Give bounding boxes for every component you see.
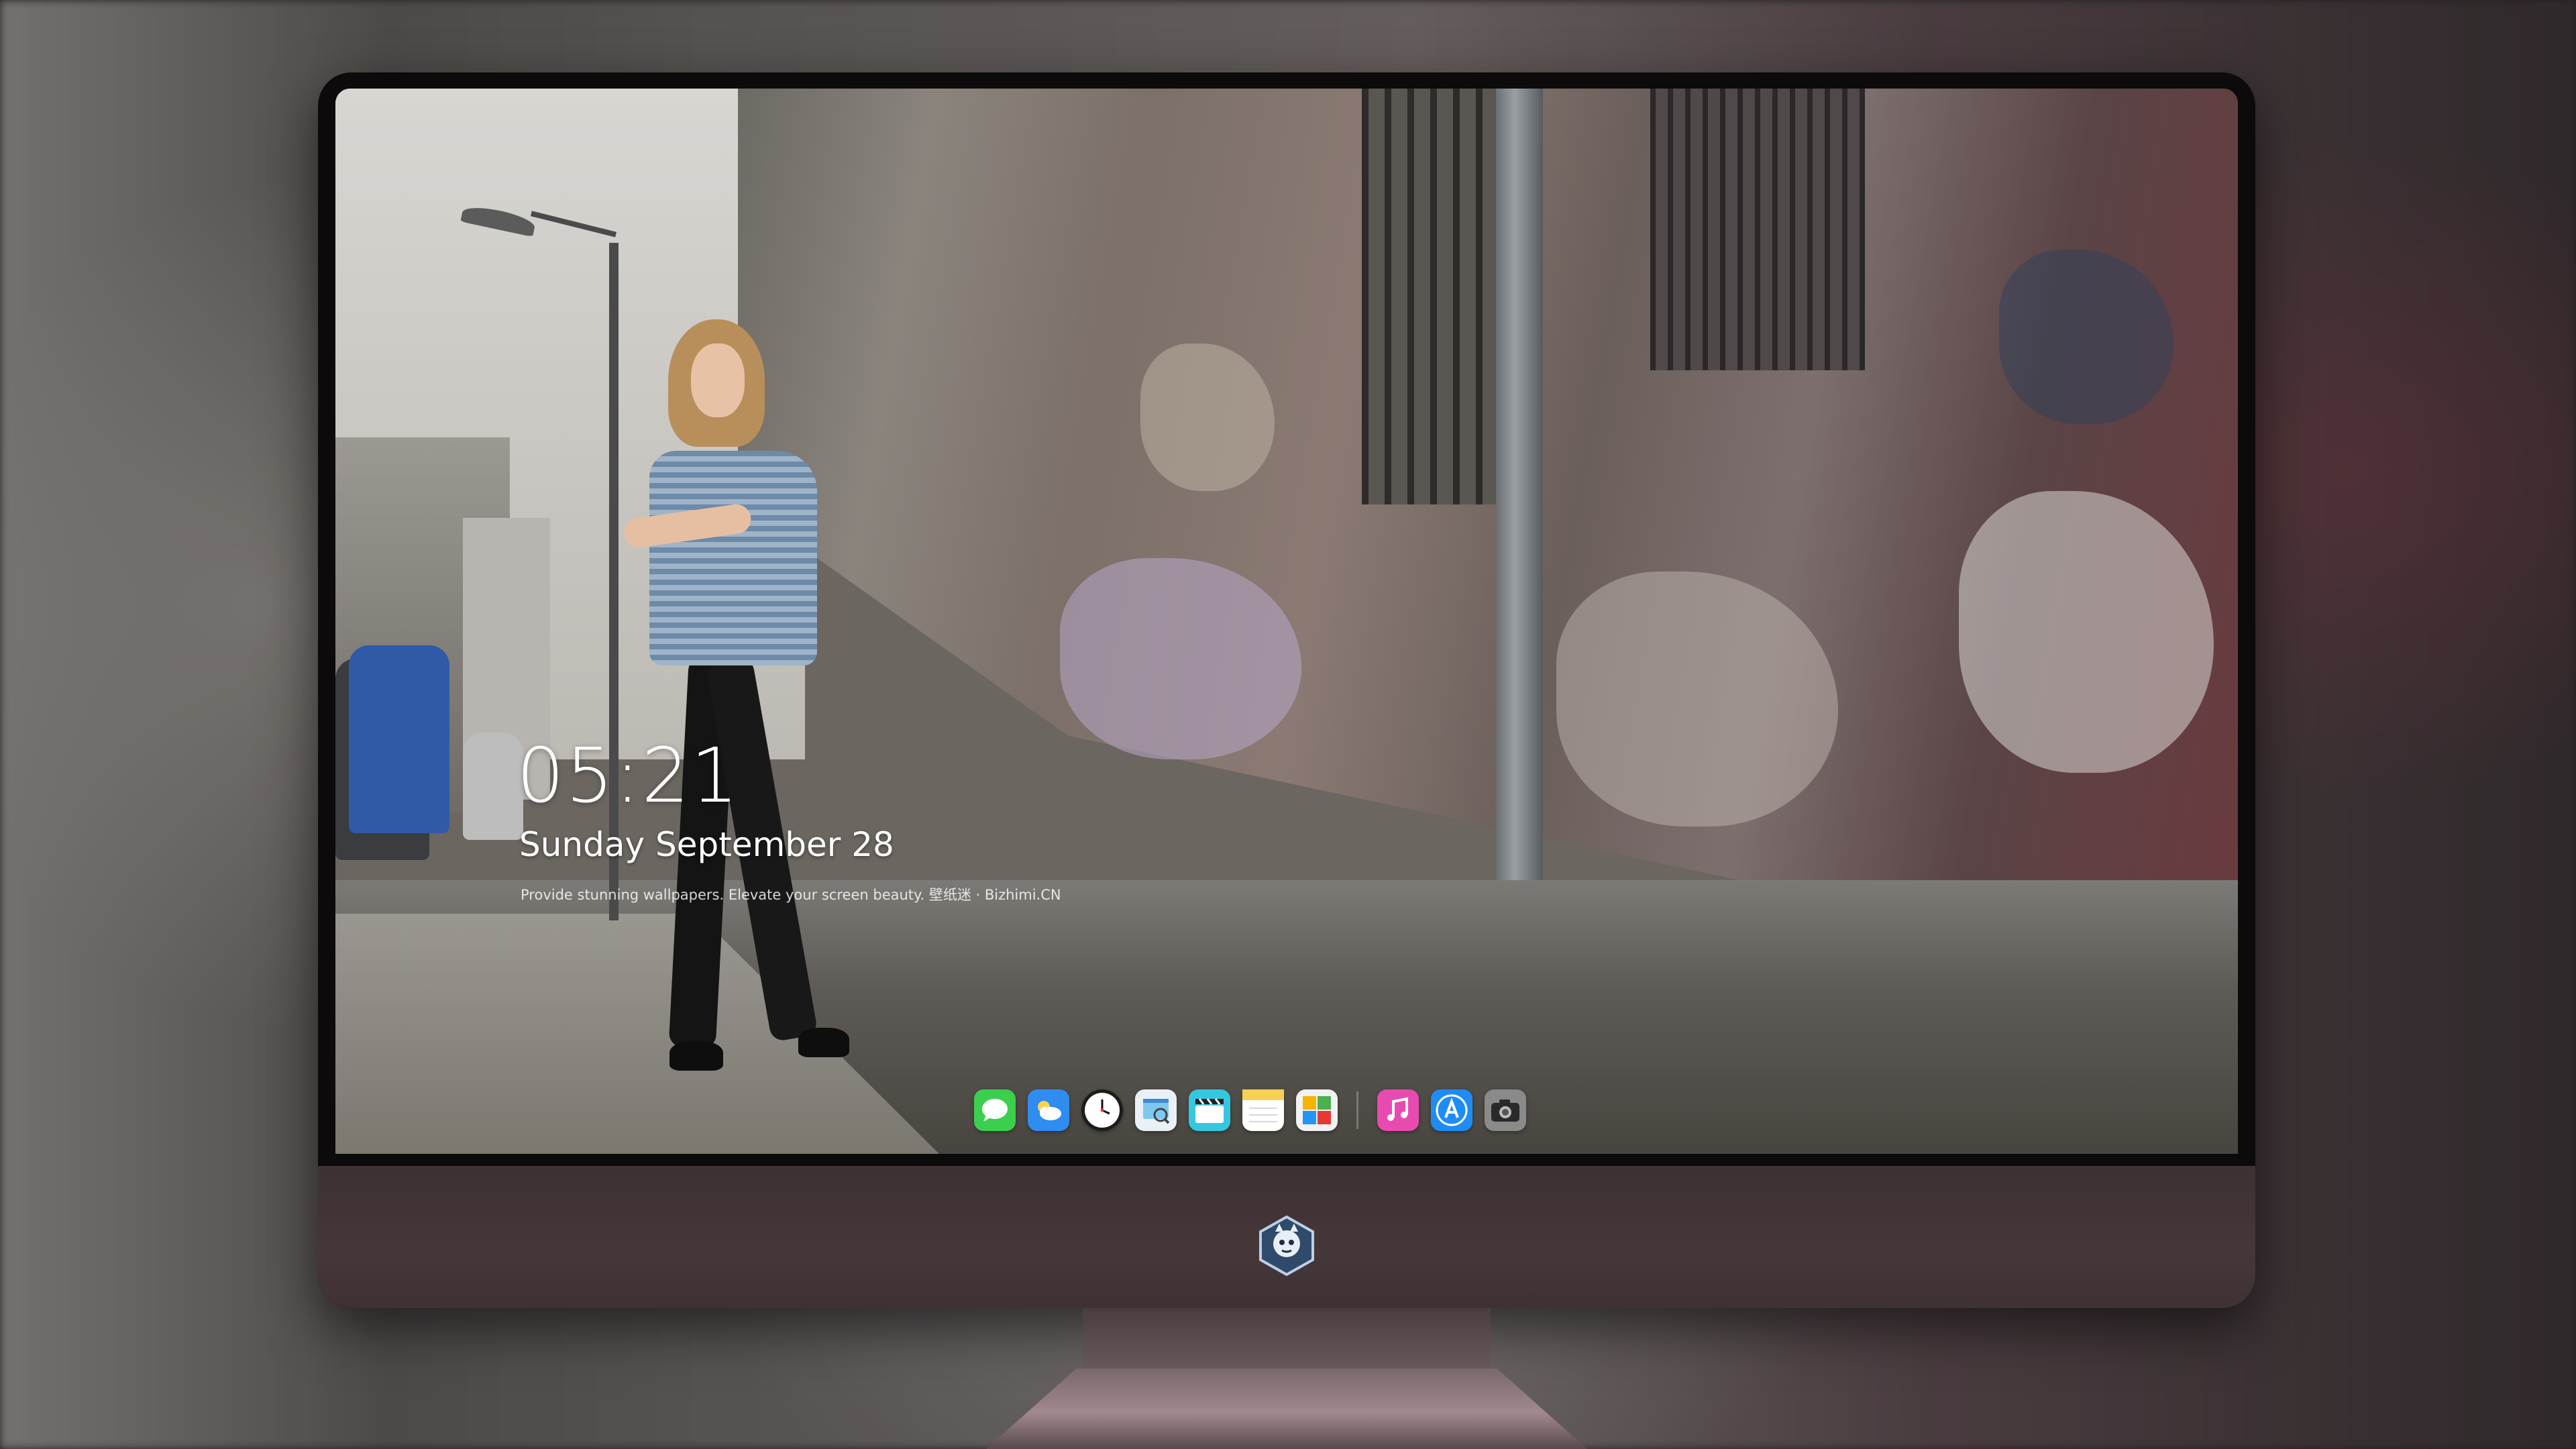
monitor: 05:21 Sunday September 28 Provide stunni… (318, 72, 2255, 1308)
monitor-stand-base (986, 1368, 1587, 1449)
dock-item-music[interactable] (1377, 1089, 1419, 1131)
wallpaper-drain-pipe (1496, 89, 1543, 1014)
camera-icon (1491, 1099, 1519, 1122)
dock-item-clock[interactable] (1081, 1089, 1123, 1131)
music-note-icon (1387, 1097, 1408, 1121)
app-store-icon (1436, 1094, 1468, 1126)
wallpaper-person-shoe (669, 1041, 723, 1071)
dock (974, 1085, 1526, 1135)
monitor-chin (318, 1166, 2255, 1308)
message-bubble-icon (982, 1099, 1008, 1122)
wallpaper-tagline: Provide stunning wallpapers. Elevate you… (521, 887, 1061, 903)
cloud-icon (1038, 1101, 1061, 1120)
wallpaper-parked-car (463, 733, 523, 840)
lock-screen-date: Sunday September 28 (519, 825, 894, 864)
dock-item-notes[interactable] (1242, 1089, 1284, 1131)
wallpaper-person-shirt (649, 451, 817, 665)
clapperboard-icon (1195, 1098, 1224, 1123)
photos-icon (1303, 1096, 1331, 1124)
wallpaper-window-bars (1362, 89, 1496, 504)
notes-icon (1242, 1089, 1284, 1122)
wallpaper-parked-car (349, 645, 449, 833)
dock-item-app-store[interactable] (1431, 1089, 1472, 1131)
dock-item-preview[interactable] (1135, 1089, 1177, 1131)
preview-icon (1143, 1099, 1170, 1124)
brand-logo (1259, 1215, 1314, 1277)
dock-item-messages[interactable] (974, 1089, 1016, 1131)
wallpaper-person-face (691, 343, 745, 417)
wallpaper-person-shoe (798, 1028, 849, 1057)
dock-item-weather[interactable] (1028, 1089, 1069, 1131)
dock-item-videos[interactable] (1189, 1089, 1230, 1131)
dock-divider (1356, 1091, 1358, 1129)
lock-screen-time: 05:21 (517, 733, 740, 820)
wallpaper-window-grate (1650, 89, 1865, 370)
desktop-screen: 05:21 Sunday September 28 Provide stunni… (335, 89, 2238, 1154)
dock-item-photos[interactable] (1296, 1089, 1338, 1131)
dock-item-camera[interactable] (1485, 1089, 1526, 1131)
clock-icon (1085, 1093, 1120, 1128)
monitor-stand-neck (1083, 1308, 1491, 1374)
